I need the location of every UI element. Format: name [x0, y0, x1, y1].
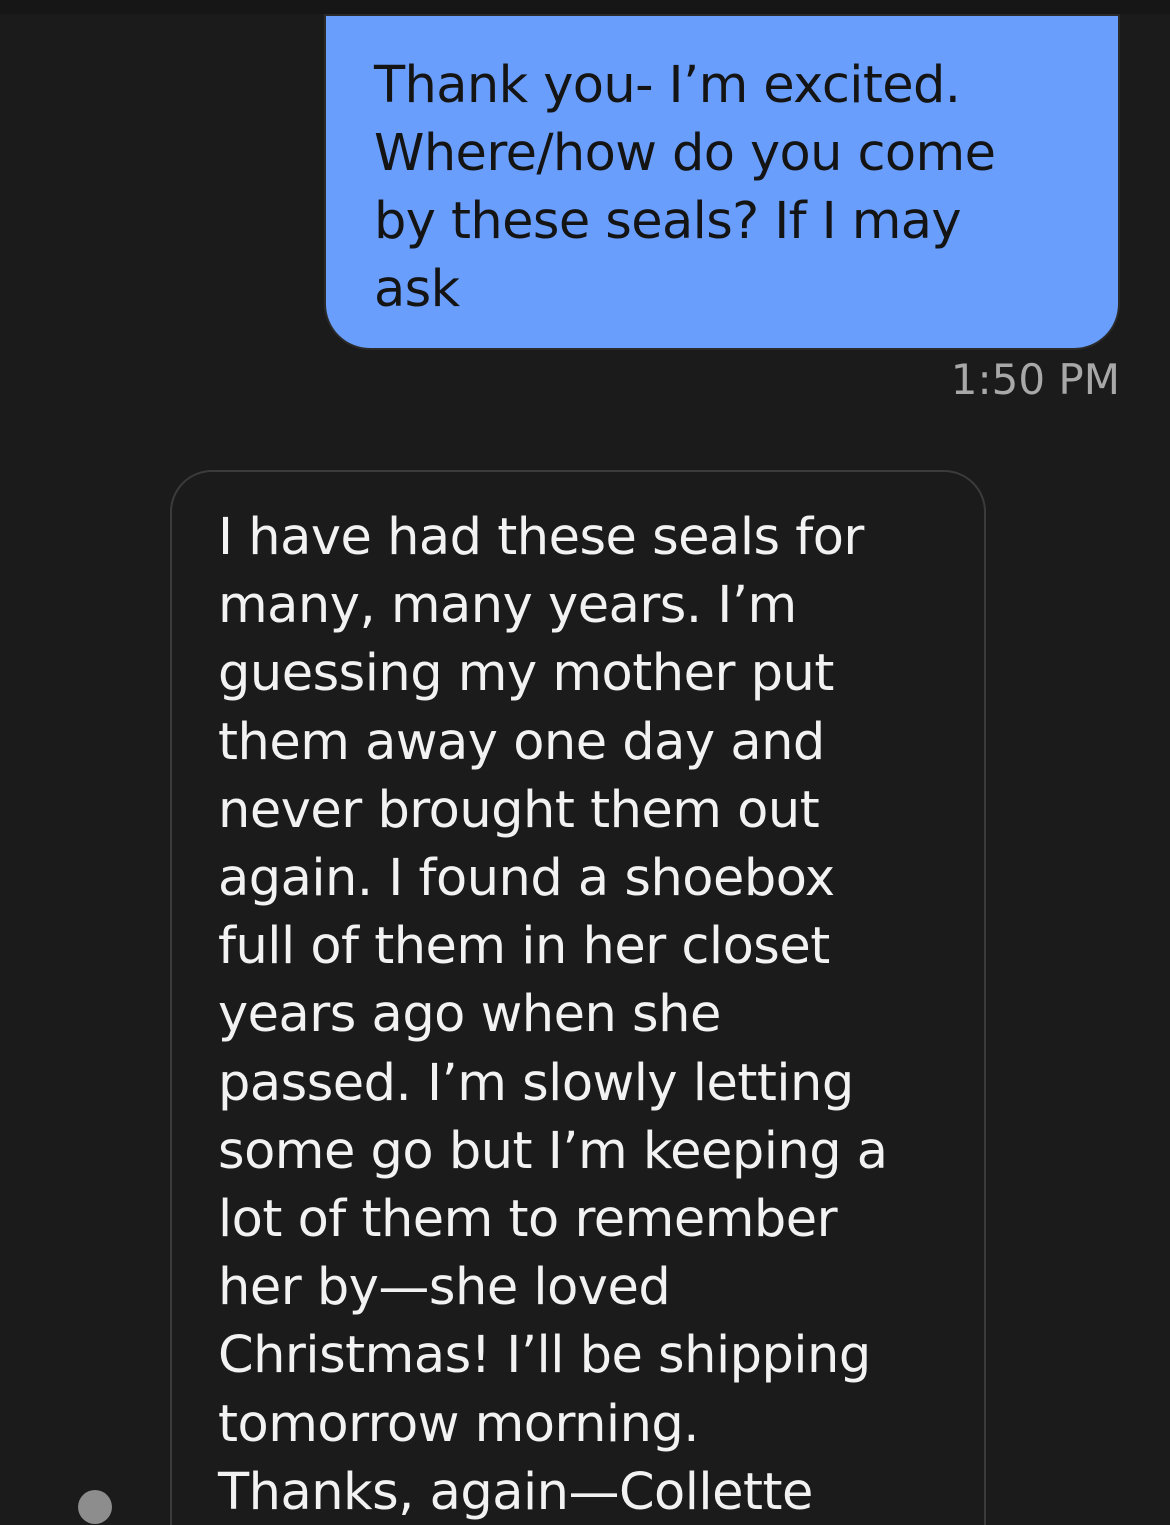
sent-message-text: Thank you- I’m excited. Where/how do you… — [374, 56, 996, 319]
sent-message-bubble[interactable]: Thank you- I’m excited. Where/how do you… — [324, 14, 1120, 350]
top-edge — [0, 0, 1170, 14]
received-message-bubble[interactable]: I have had these seals for many, many ye… — [170, 470, 986, 1525]
sender-avatar-dot — [78, 1490, 112, 1524]
message-timestamp: 1:50 PM — [950, 355, 1120, 404]
received-message-text: I have had these seals for many, many ye… — [218, 508, 888, 1522]
